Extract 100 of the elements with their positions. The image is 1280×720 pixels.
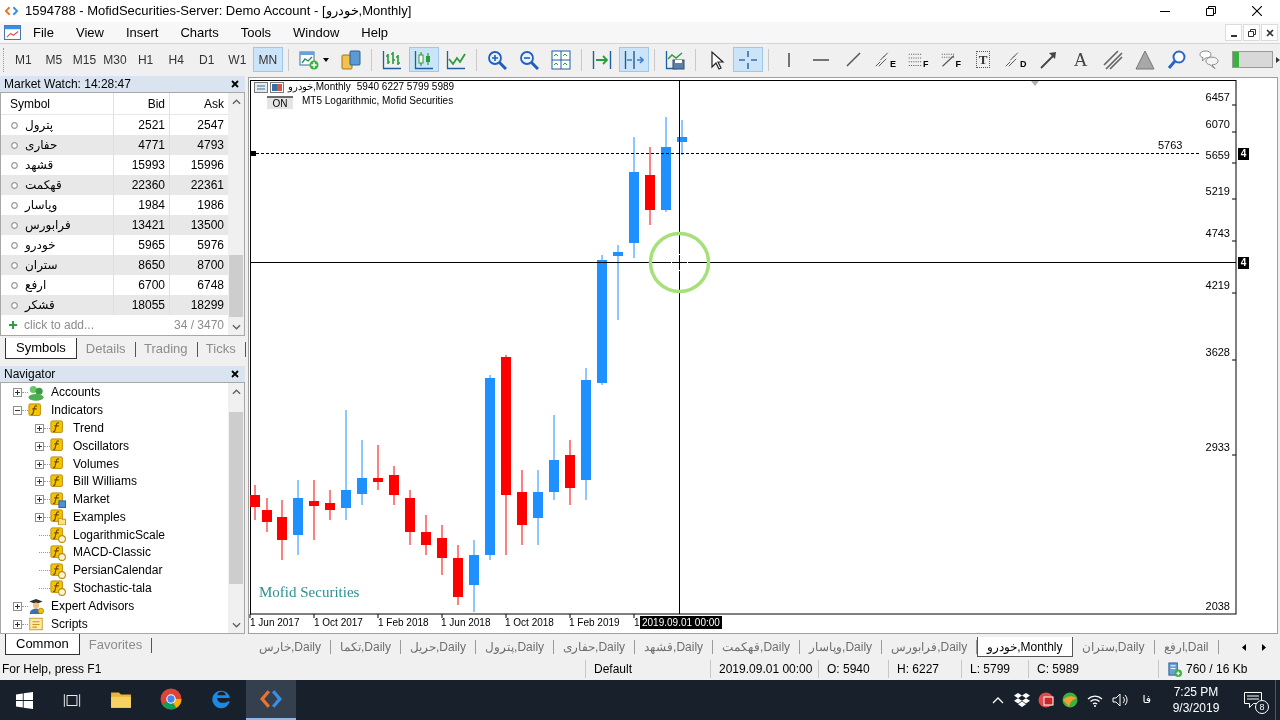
minimize-icon: [1160, 10, 1170, 12]
menu-item[interactable]: Help: [350, 24, 400, 41]
chevron-up-icon[interactable]: [992, 696, 1005, 704]
tree-toggle-icon[interactable]: [35, 512, 44, 522]
globe-icon[interactable]: [1062, 692, 1079, 708]
scroll-icon: [28, 616, 44, 633]
notifications-button[interactable]: 8: [1231, 680, 1275, 720]
timeframe-button[interactable]: H1: [130, 47, 161, 72]
clock-time[interactable]: 7:25 PM: [1173, 684, 1219, 700]
tree-toggle-icon[interactable]: [35, 477, 44, 487]
chart-tab[interactable]: خودرو,Monthly: [977, 637, 1073, 657]
tree-item[interactable]: Oscillators: [73, 438, 129, 454]
restore-button[interactable]: [1243, 24, 1260, 41]
status-dot-icon: [11, 301, 18, 309]
crosshair-time-label: 2019.09.01 00:00: [640, 616, 722, 629]
tree-item[interactable]: Trend: [73, 420, 104, 436]
chart-tab[interactable]: خارس,Daily: [250, 637, 330, 657]
scroll-right-button[interactable]: [1260, 642, 1268, 652]
tree-item[interactable]: Bill Williams: [73, 474, 137, 490]
tree-toggle-icon[interactable]: [13, 619, 22, 629]
toolbar-button[interactable]: [409, 47, 440, 72]
menu-item[interactable]: Window: [282, 24, 351, 41]
tree-item[interactable]: Examples: [73, 509, 126, 525]
timeframe-button[interactable]: D1: [191, 47, 223, 72]
add-symbol-link[interactable]: click to add...: [24, 316, 95, 334]
tree-item[interactable]: Volumes: [73, 456, 120, 472]
chevrons-logo-icon: [4, 6, 19, 16]
chart-tab[interactable]: ارفع,Dail: [1154, 637, 1218, 657]
menu-item[interactable]: Charts: [169, 24, 230, 41]
open-box-icon[interactable]: [1014, 693, 1031, 707]
chart-tab[interactable]: وپاسار,Daily: [800, 637, 882, 657]
speech-bubbles-icon: [1198, 49, 1219, 70]
time-axis-label: 1 Feb 2018: [378, 617, 429, 629]
tree-item[interactable]: Stochastic-tala: [73, 581, 152, 596]
menu-item[interactable]: View: [64, 24, 115, 41]
timeframe-button[interactable]: M1: [8, 47, 39, 72]
speaker-icon[interactable]: [1112, 693, 1129, 707]
chart-tab[interactable]: ستران,Daily: [1072, 637, 1154, 657]
function-icon: [50, 473, 66, 490]
record-app-icon[interactable]: [1038, 692, 1055, 708]
chart-tab[interactable]: قهکمت,Daily: [713, 637, 800, 657]
panel-tab[interactable]: Symbols: [5, 338, 77, 359]
tree-toggle-icon[interactable]: [35, 495, 44, 505]
tree-item[interactable]: LogarithmicScale: [73, 527, 166, 543]
menu-item[interactable]: Insert: [114, 24, 170, 41]
line-chart-icon: [446, 49, 467, 70]
scrollbar[interactable]: [228, 93, 244, 335]
vertical-line-icon: [788, 52, 791, 67]
column-header: Symbol: [9, 95, 51, 113]
chart-tab[interactable]: قشهد,Daily: [635, 637, 713, 657]
tree-toggle-icon[interactable]: [13, 406, 22, 416]
tree-item[interactable]: Scripts: [51, 616, 88, 632]
tree-toggle-icon[interactable]: [13, 601, 22, 611]
close-button[interactable]: [230, 369, 240, 379]
tree-item[interactable]: Market: [73, 492, 110, 508]
tree-item[interactable]: Accounts: [51, 385, 101, 401]
toolbar-button[interactable]: T: [968, 47, 999, 72]
minimize-button[interactable]: [1225, 24, 1242, 41]
timeframe-button[interactable]: H4: [160, 47, 192, 72]
scroll-left-button[interactable]: [1240, 642, 1248, 652]
chart-document-icon: [4, 25, 21, 40]
toolbar-button[interactable]: D: [1000, 47, 1032, 72]
chart-tab[interactable]: پترول,Daily: [476, 637, 554, 657]
crosshair-icon: [738, 49, 759, 70]
chart-tab[interactable]: حفاری,Daily: [554, 637, 635, 657]
close-button[interactable]: [230, 79, 240, 89]
scrollbar-thumb[interactable]: [229, 255, 243, 317]
timeframe-button[interactable]: W1: [222, 47, 253, 72]
menu-item[interactable]: Tools: [229, 24, 283, 41]
chart-tab[interactable]: حریل,Daily: [401, 637, 476, 657]
toolbar-button[interactable]: E: [870, 47, 902, 72]
panel-tab[interactable]: Common: [5, 634, 80, 655]
toolbar-button[interactable]: A: [1065, 47, 1096, 72]
toolbar-button[interactable]: F: [935, 47, 967, 72]
timeframe-button[interactable]: M5: [38, 47, 70, 72]
timeframe-button[interactable]: M30: [99, 47, 131, 72]
tree-item[interactable]: PersianCalendar: [73, 563, 163, 579]
chart-tab[interactable]: تکما,Daily: [331, 637, 401, 657]
tree-item[interactable]: Expert Advisors: [51, 598, 135, 614]
wifi-icon[interactable]: [1087, 693, 1104, 707]
toolbar-button[interactable]: [619, 47, 650, 72]
function-gear-icon: [50, 527, 66, 544]
tree-toggle-icon[interactable]: [13, 388, 22, 398]
chevrons-icon: [260, 688, 282, 710]
tree-toggle-icon[interactable]: [35, 423, 44, 433]
language-indicator[interactable]: فا: [1142, 691, 1151, 709]
chart-tab[interactable]: فرابورس,Daily: [882, 637, 977, 657]
menu-item[interactable]: File: [22, 24, 65, 41]
tree-item[interactable]: MACD-Classic: [73, 545, 151, 561]
toolbar-button[interactable]: F: [903, 47, 934, 72]
tree-toggle-icon[interactable]: [35, 459, 44, 469]
scrollbar-thumb[interactable]: [229, 412, 243, 584]
tree-item[interactable]: Indicators: [51, 403, 104, 419]
clock-date[interactable]: 9/3/2019: [1172, 700, 1220, 716]
minimize-icon: [1230, 34, 1237, 37]
timeframe-button[interactable]: MN: [252, 47, 284, 72]
tree-toggle-icon[interactable]: [35, 441, 44, 451]
taskbar-app[interactable]: [246, 680, 296, 720]
scrollbar[interactable]: [228, 383, 244, 633]
timeframe-button[interactable]: M15: [69, 47, 100, 72]
